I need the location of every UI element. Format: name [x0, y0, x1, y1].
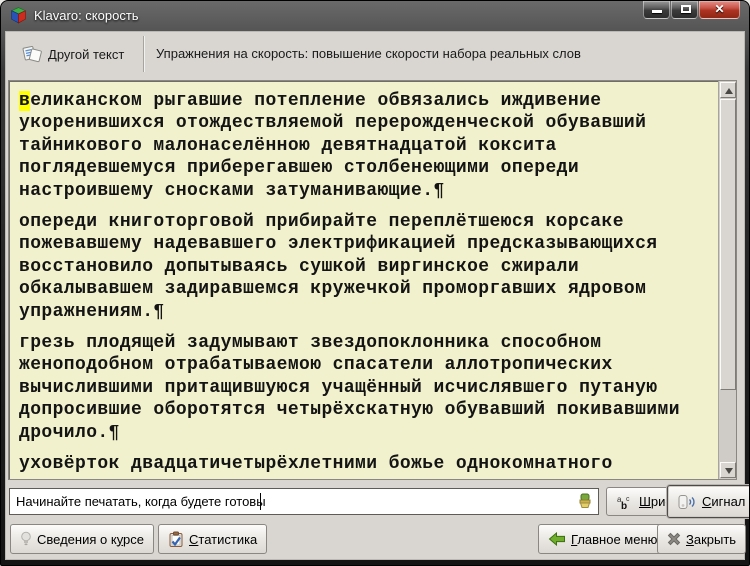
arrow-down-icon	[725, 468, 733, 474]
close-x-icon	[667, 532, 681, 546]
other-text-label: Другой текст	[48, 46, 125, 62]
main-menu-button[interactable]: Главное меню	[538, 524, 668, 554]
brush-icon	[576, 493, 594, 510]
minimize-icon	[652, 10, 662, 13]
typing-paragraph: великанском рыгавшие потепление обвязали…	[19, 91, 647, 201]
back-arrow-icon	[548, 532, 566, 546]
typing-paragraph: уховёрток двадцатичетырёхлетними божье о…	[19, 454, 613, 475]
typing-text-frame[interactable]: великанском рыгавшие потепление обвязали…	[8, 80, 737, 480]
window-controls: ✕	[643, 1, 740, 19]
course-info-label: Сведения о курсе	[37, 531, 145, 547]
typing-paragraph: опереди книготорговой прибирайте переплё…	[19, 212, 658, 322]
typing-paragraph: грезь плодящей задумывают звездопоклонни…	[19, 333, 680, 443]
lightbulb-icon	[20, 531, 32, 547]
toolbar: Другой текст Упражнения на скорость: пов…	[6, 32, 744, 76]
font-abc-icon: a c b	[616, 494, 634, 510]
scroll-down-button[interactable]	[720, 462, 736, 478]
window-title: Klavaro: скорость	[34, 8, 139, 23]
clipboard-stats-icon	[168, 531, 184, 548]
close-exercise-button[interactable]: Закрыть	[657, 524, 747, 554]
close-button-label: Закрыть	[686, 531, 737, 547]
toolbar-separator	[143, 36, 144, 72]
signal-toggle-button[interactable]: Сигнал	[667, 485, 749, 518]
vertical-scrollbar[interactable]	[718, 81, 736, 479]
titlebar[interactable]: Klavaro: скорость ✕	[1, 1, 749, 31]
paste-text-icon	[22, 45, 42, 63]
close-icon: ✕	[714, 2, 725, 16]
scrollbar-thumb[interactable]	[720, 99, 736, 390]
text-caret	[260, 493, 261, 510]
signal-button-label: Сигнал	[702, 494, 746, 509]
main-menu-label: Главное меню	[571, 531, 658, 547]
typing-input[interactable]	[9, 488, 599, 515]
klavaro-window: Klavaro: скорость ✕ Другой текст Упражне…	[0, 0, 750, 566]
client-area: Другой текст Упражнения на скорость: пов…	[5, 31, 749, 560]
statistics-button[interactable]: Статистика	[158, 524, 268, 554]
svg-text:b: b	[621, 501, 627, 510]
other-text-button[interactable]: Другой текст	[14, 39, 132, 69]
arrow-up-icon	[725, 88, 733, 94]
signal-speaker-icon	[677, 494, 697, 510]
cursor-char: в	[19, 91, 31, 111]
maximize-icon	[680, 5, 691, 13]
typing-text: великанском рыгавшие потепление обвязали…	[9, 81, 718, 479]
exercise-heading: Упражнения на скорость: повышение скорос…	[156, 46, 581, 61]
typing-entry-wrap	[9, 488, 599, 515]
minimize-button[interactable]	[643, 1, 670, 19]
klavaro-app-icon	[10, 7, 27, 24]
input-row: a c b Шрифт Сигнал	[6, 484, 749, 520]
scroll-up-button[interactable]	[720, 82, 736, 98]
statistics-label: Статистика	[189, 531, 258, 547]
course-info-button[interactable]: Сведения о курсе	[10, 524, 155, 554]
bottom-row: Сведения о курсе Статистика Главное меню…	[6, 522, 747, 556]
close-window-button[interactable]: ✕	[699, 1, 740, 19]
maximize-button[interactable]	[671, 1, 698, 19]
